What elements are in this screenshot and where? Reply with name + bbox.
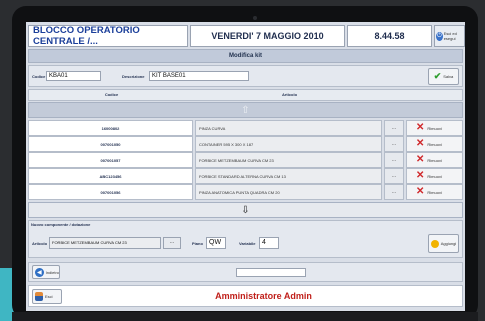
user-button[interactable]: Esci	[32, 289, 62, 304]
scroll-down-button[interactable]: ⇩	[28, 202, 463, 218]
row-code: 007001056	[28, 184, 193, 200]
row-code: ABC123456	[28, 168, 193, 184]
new-component-panel: Nuovo componente / dotazione Articolo FO…	[28, 220, 463, 258]
table-row[interactable]: 007001056 PINZA ANATOMICA PUNTA QUADRA C…	[28, 184, 463, 201]
app-title: BLOCCO OPERATORIO CENTRALE /...	[28, 25, 188, 47]
row-code: 007001050	[28, 136, 193, 152]
article-label: Articolo	[32, 241, 48, 246]
navigation-row: ◀ Indietro	[28, 262, 463, 282]
remove-label: Rimuovi	[427, 157, 442, 163]
status-field	[236, 268, 306, 277]
table-row[interactable]: 16000802 PINZA CURVA ... ✕ Rimuovi	[28, 120, 463, 137]
row-article: FORBICE METZEMBAUM CURVA CM 23	[195, 152, 382, 168]
remove-button[interactable]: ✕ Rimuovi	[406, 152, 463, 168]
row-article: PINZA CURVA	[195, 120, 382, 136]
remove-label: Rimuovi	[427, 173, 442, 179]
row-browse-button[interactable]: ...	[384, 168, 404, 184]
description-label: Descrizione	[122, 74, 145, 79]
plan-field[interactable]: QW	[206, 237, 226, 249]
row-browse-button[interactable]: ...	[384, 152, 404, 168]
user-button-label: Esci	[45, 294, 53, 299]
back-button[interactable]: ◀ Indietro	[32, 265, 60, 279]
plan-label: Piano	[192, 241, 203, 246]
row-code: 16000802	[28, 120, 193, 136]
table-row[interactable]: ABC123456 FORBICE STANDARD ALTERNA CURVA…	[28, 168, 463, 185]
remove-button[interactable]: ✕ Rimuovi	[406, 184, 463, 200]
page-title: Modifica kit	[28, 49, 463, 63]
kit-info-row: Codice KBA01 Descrizione KIT BASE01 ✔ Sa…	[28, 65, 463, 87]
app-screen: BLOCCO OPERATORIO CENTRALE /... VENERDI'…	[26, 22, 465, 311]
article-field[interactable]: FORBICE METZEMBAUM CURVA CM 23	[49, 237, 161, 249]
remove-x-icon: ✕	[416, 154, 425, 165]
row-article: FORBICE STANDARD ALTERNA CURVA CM 13	[195, 168, 382, 184]
remove-label: Rimuovi	[427, 189, 442, 195]
kit-description-field[interactable]: KIT BASE01	[149, 71, 249, 81]
row-browse-button[interactable]: ...	[384, 120, 404, 136]
code-label: Codice	[32, 74, 46, 79]
new-component-header: Nuovo componente / dotazione	[31, 222, 91, 227]
date-display: VENERDI' 7 MAGGIO 2010	[190, 25, 345, 47]
exit-button[interactable]: ⏻ Esci ed esegui	[434, 25, 465, 47]
camera-icon	[253, 16, 257, 20]
table-header: Codice Articolo	[28, 89, 463, 101]
top-bar: BLOCCO OPERATORIO CENTRALE /... VENERDI'…	[28, 25, 465, 47]
column-header-article: Articolo	[281, 92, 298, 97]
remove-label: Rimuovi	[427, 141, 442, 147]
logged-user: Amministratore Admin	[215, 291, 312, 301]
table-row[interactable]: 007001050 CONTAINER 595 X 300 X 187 ... …	[28, 136, 463, 153]
remove-button[interactable]: ✕ Rimuovi	[406, 120, 463, 136]
time-display: 8.44.58	[347, 25, 432, 47]
save-label: Salva	[443, 74, 454, 79]
row-article: PINZA ANATOMICA PUNTA QUADRA CM 20	[195, 184, 382, 200]
remove-x-icon: ✕	[416, 138, 425, 149]
table-row[interactable]: 007001057 FORBICE METZEMBAUM CURVA CM 23…	[28, 152, 463, 169]
back-label: Indietro	[45, 269, 59, 275]
back-arrow-icon: ◀	[35, 267, 44, 277]
add-sun-icon	[430, 239, 439, 248]
row-browse-button[interactable]: ...	[384, 184, 404, 200]
remove-x-icon: ✕	[416, 122, 425, 133]
column-header-code: Codice	[104, 92, 119, 97]
kit-code-field[interactable]: KBA01	[46, 71, 101, 81]
check-icon: ✔	[433, 71, 442, 81]
arrow-down-icon: ⇩	[241, 204, 250, 216]
row-article: CONTAINER 595 X 300 X 187	[195, 136, 382, 152]
scroll-up-button[interactable]: ⇧	[28, 102, 463, 118]
variable-field[interactable]: 4	[259, 237, 279, 249]
row-code: 007001057	[28, 152, 193, 168]
save-button[interactable]: ✔ Salva	[428, 68, 459, 85]
remove-x-icon: ✕	[416, 186, 425, 197]
remove-x-icon: ✕	[416, 170, 425, 181]
remove-button[interactable]: ✕ Rimuovi	[406, 136, 463, 152]
remove-button[interactable]: ✕ Rimuovi	[406, 168, 463, 184]
power-icon: ⏻	[436, 31, 443, 41]
user-icon	[35, 292, 43, 301]
row-browse-button[interactable]: ...	[384, 136, 404, 152]
variable-label: Variabile	[239, 241, 256, 246]
add-button[interactable]: Aggiungi	[428, 234, 459, 253]
footer: Esci Amministratore Admin	[28, 285, 463, 307]
exit-label: Esci ed esegui	[443, 31, 457, 41]
arrow-up-icon: ⇧	[241, 104, 250, 116]
laptop-base	[12, 312, 478, 321]
add-label: Aggiungi	[440, 241, 457, 246]
article-browse-button[interactable]: ...	[163, 237, 181, 249]
remove-label: Rimuovi	[427, 125, 442, 131]
